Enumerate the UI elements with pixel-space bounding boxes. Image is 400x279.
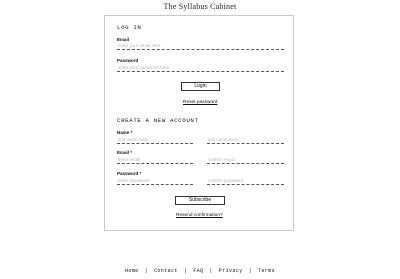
first-name-field[interactable]: first name here: [117, 136, 193, 144]
footer-link-privacy[interactable]: Privacy: [219, 268, 243, 274]
footer-separator: |: [248, 268, 253, 274]
footer-link-terms[interactable]: Terms: [258, 268, 275, 274]
name-label: Name *: [117, 130, 133, 135]
footer-link-contact[interactable]: Contact: [154, 268, 178, 274]
register-heading: CREATE A NEW ACCOUNT: [117, 117, 199, 124]
confirm-password-field[interactable]: confirm password: [207, 177, 284, 185]
login-password-field[interactable]: enter your password here: [117, 64, 284, 72]
last-name-field[interactable]: last name here: [207, 136, 284, 144]
subscribe-button[interactable]: Subscribe: [175, 196, 225, 205]
footer-nav: Home | Contact | FAQ | Privacy | Terms: [0, 268, 400, 274]
footer-link-faq[interactable]: FAQ: [193, 268, 203, 274]
register-password-label: Password *: [117, 171, 142, 176]
footer-separator: |: [183, 268, 188, 274]
reset-password-link[interactable]: Reset password: [183, 100, 217, 105]
account-panel: LOG IN Email enter your email here Passw…: [104, 15, 294, 231]
login-email-field[interactable]: enter your email here: [117, 42, 284, 50]
footer-separator: |: [144, 268, 148, 274]
login-heading: LOG IN: [117, 24, 142, 31]
login-password-label: Password: [117, 58, 139, 63]
footer-separator: |: [209, 268, 213, 274]
login-button[interactable]: Login: [181, 82, 220, 91]
register-email-label: Email *: [117, 150, 133, 155]
register-email-field[interactable]: enter email: [117, 156, 193, 164]
confirm-email-field[interactable]: confirm email: [207, 156, 284, 164]
site-title: The Syllabus Cabinet: [163, 2, 237, 11]
footer-link-home[interactable]: Home: [125, 268, 139, 274]
resend-confirmation-link[interactable]: Resend confirmation?: [176, 213, 223, 218]
register-password-field[interactable]: enter password: [117, 177, 193, 185]
